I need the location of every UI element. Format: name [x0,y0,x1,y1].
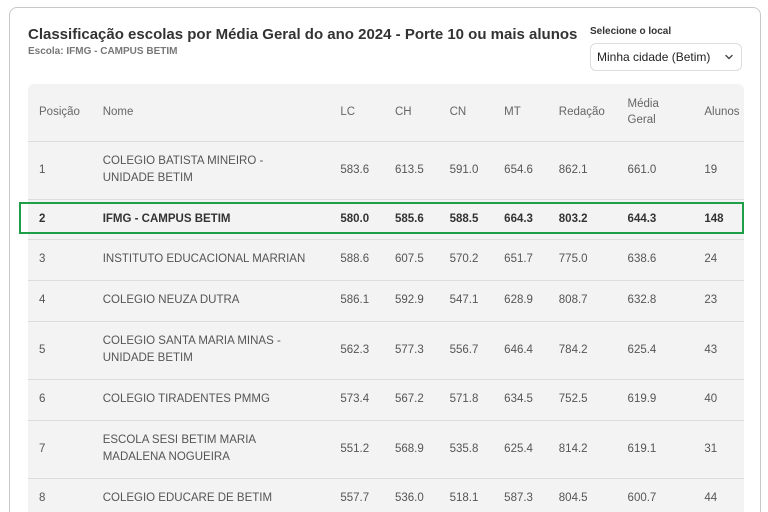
cell-posicao: 2 [28,199,92,240]
cell-cn: 570.2 [438,239,494,281]
cell-nome: COLEGIO SANTA MARIA MINAS - UNIDADE BETI… [91,321,330,380]
cell-nome: IFMG - CAMPUS BETIM [91,199,330,240]
cell-mt: 634.5 [493,379,548,421]
cell-redacao: 752.5 [547,379,617,421]
ranking-table: Posição Nome LC CH CN MT Redação Média G… [28,84,744,512]
cell-nome: ESCOLA SESI BETIM MARIA MADALENA NOGUEIR… [91,420,330,479]
cell-lc: 583.6 [329,141,384,200]
cell-cn: 556.7 [438,321,494,380]
cell-ch: 577.3 [383,321,439,380]
header-posicao: Posição [28,84,92,142]
cell-nome: COLEGIO NEUZA DUTRA [91,280,330,322]
header-lc: LC [329,84,384,142]
cell-mt: 628.9 [493,280,548,322]
cell-alunos: 31 [693,420,744,479]
cell-media-geral: 625.4 [616,321,694,380]
cell-redacao: 803.2 [547,199,617,240]
cell-nome: COLEGIO EDUCARE DE BETIM [91,478,330,512]
cell-posicao: 3 [28,239,92,281]
cell-ch: 607.5 [383,239,439,281]
cell-redacao: 808.7 [547,280,617,322]
cell-media-geral: 661.0 [616,141,694,200]
table-row: 1 COLEGIO BATISTA MINEIRO - UNIDADE BETIM… [28,141,744,200]
cell-alunos: 40 [693,379,744,421]
header-mt: MT [493,84,548,142]
cell-redacao: 814.2 [547,420,617,479]
table-row: 3 INSTITUTO EDUCACIONAL MARRIAN 588.6 607.5… [28,239,744,281]
cell-posicao: 5 [28,321,92,380]
header-nome: Nome [91,84,330,142]
cell-cn: 535.8 [438,420,494,479]
cell-alunos: 19 [693,141,744,200]
location-select[interactable]: Minha cidade (Betim) [590,43,742,71]
table-row: 5 COLEGIO SANTA MARIA MINAS - UNIDADE BET… [28,321,744,380]
cell-cn: 588.5 [438,199,494,240]
cell-cn: 571.8 [438,379,494,421]
cell-media-geral: 638.6 [616,239,694,281]
cell-redacao: 784.2 [547,321,617,380]
cell-redacao: 775.0 [547,239,617,281]
cell-lc: 557.7 [329,478,384,512]
cell-alunos: 23 [693,280,744,322]
cell-media-geral: 644.3 [616,199,694,240]
location-select-value: Minha cidade (Betim) [597,50,711,64]
table-row: 4 COLEGIO NEUZA DUTRA 586.1 592.9 547.1 628.9… [28,280,744,322]
cell-lc: 580.0 [329,199,384,240]
table-row: 2 IFMG - CAMPUS BETIM 580.0 585.6 588.5 664.3… [28,199,744,240]
cell-lc: 551.2 [329,420,384,479]
cell-lc: 586.1 [329,280,384,322]
cell-mt: 625.4 [493,420,548,479]
cell-media-geral: 632.8 [616,280,694,322]
header-cn: CN [438,84,494,142]
header-ch: CH [383,84,439,142]
cell-media-geral: 619.1 [616,420,694,479]
cell-ch: 613.5 [383,141,439,200]
cell-mt: 664.3 [493,199,548,240]
cell-cn: 591.0 [438,141,494,200]
cell-mt: 646.4 [493,321,548,380]
cell-lc: 562.3 [329,321,384,380]
cell-redacao: 804.5 [547,478,617,512]
cell-media-geral: 600.7 [616,478,694,512]
cell-alunos: 24 [693,239,744,281]
cell-nome: INSTITUTO EDUCACIONAL MARRIAN [91,239,330,281]
ranking-card: Classificação escolas por Média Geral do… [9,7,761,512]
cell-ch: 567.2 [383,379,439,421]
cell-mt: 587.3 [493,478,548,512]
header-redacao: Redação [547,84,617,142]
table-header-row: Posição Nome LC CH CN MT Redação Média G… [28,84,744,142]
location-selector-label: Selecione o local [590,26,672,37]
cell-mt: 651.7 [493,239,548,281]
school-subtitle: Escola: IFMG - CAMPUS BETIM [28,46,178,57]
cell-cn: 518.1 [438,478,494,512]
header-alunos: Alunos [693,84,744,142]
cell-cn: 547.1 [438,280,494,322]
cell-media-geral: 619.9 [616,379,694,421]
page-title: Classificação escolas por Média Geral do… [28,26,578,43]
header-media-geral: Média Geral [616,84,694,142]
cell-alunos: 148 [693,199,744,240]
ranking-table-container: Posição Nome LC CH CN MT Redação Média G… [28,84,744,512]
table-row: 8 COLEGIO EDUCARE DE BETIM 557.7 536.0 518.1… [28,478,744,512]
cell-redacao: 862.1 [547,141,617,200]
cell-ch: 592.9 [383,280,439,322]
cell-ch: 585.6 [383,199,439,240]
table-row: 6 COLEGIO TIRADENTES PMMG 573.4 567.2 571.8 6… [28,379,744,421]
cell-ch: 536.0 [383,478,439,512]
cell-posicao: 7 [28,420,92,479]
cell-alunos: 43 [693,321,744,380]
cell-posicao: 4 [28,280,92,322]
cell-posicao: 8 [28,478,92,512]
cell-posicao: 6 [28,379,92,421]
table-row: 7 ESCOLA SESI BETIM MARIA MADALENA NOGUEI… [28,420,744,479]
cell-alunos: 44 [693,478,744,512]
cell-ch: 568.9 [383,420,439,479]
cell-lc: 588.6 [329,239,384,281]
chevron-down-icon [725,54,733,60]
cell-mt: 654.6 [493,141,548,200]
cell-nome: COLEGIO BATISTA MINEIRO - UNIDADE BETIM [91,141,330,200]
cell-nome: COLEGIO TIRADENTES PMMG [91,379,330,421]
cell-lc: 573.4 [329,379,384,421]
cell-posicao: 1 [28,141,92,200]
